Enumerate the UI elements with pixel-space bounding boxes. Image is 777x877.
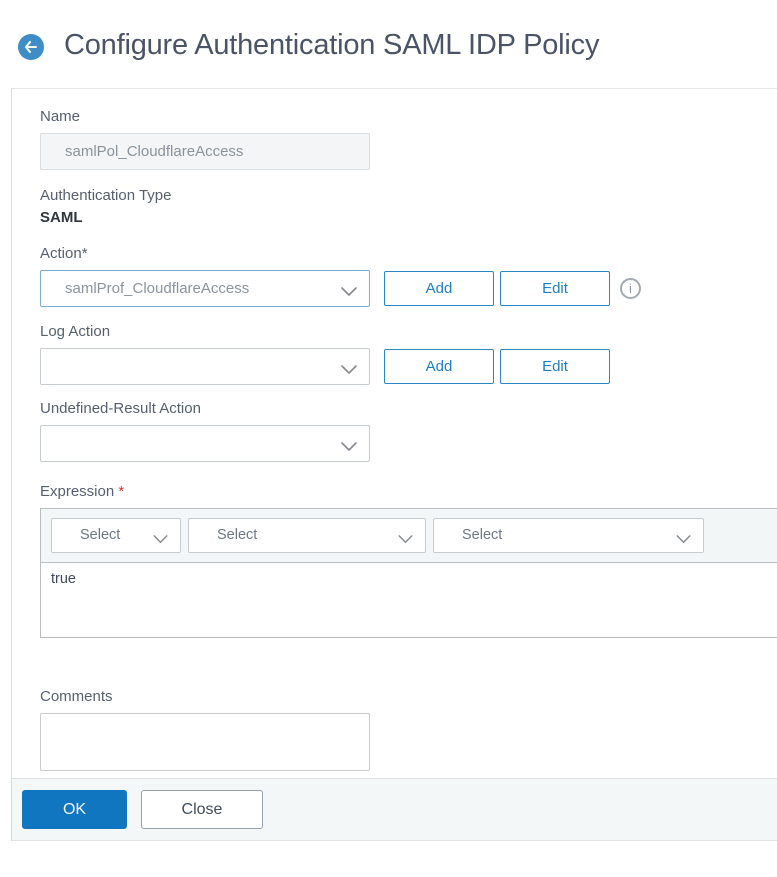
configure-saml-idp-policy-page: Configure Authentication SAML IDP Policy… [0,0,777,877]
info-icon[interactable]: i [620,278,641,299]
log-action-label: Log Action [40,323,111,340]
name-input [40,133,370,170]
action-select[interactable]: samlProf_CloudflareAccess [40,270,370,307]
ok-button[interactable]: OK [22,790,127,829]
expression-select-3[interactable]: Select [433,518,704,553]
chevron-down-icon [341,439,357,457]
comments-input[interactable] [40,713,370,771]
log-action-edit-button[interactable]: Edit [500,349,610,384]
expression-select-2[interactable]: Select [188,518,426,553]
name-label: Name [40,108,81,125]
form-panel: Name Authentication Type SAML Action* sa… [11,88,777,841]
chevron-down-icon [398,531,413,549]
undefined-result-action-label: Undefined-Result Action [40,400,201,417]
form-footer: OK Close [12,778,777,841]
action-select-value: samlProf_CloudflareAccess [65,280,250,297]
authentication-type-field: Authentication Type SAML [40,187,777,226]
expression-label: Expression * [40,483,777,500]
comments-field: Comments [40,688,777,776]
chevron-down-icon [676,531,691,549]
chevron-down-icon [341,284,357,302]
action-label: Action* [40,245,88,262]
authentication-type-label: Authentication Type [40,187,172,204]
expression-input[interactable]: true [41,563,777,637]
action-edit-button[interactable]: Edit [500,271,610,306]
expression-label-text: Expression [40,483,115,500]
log-action-add-button[interactable]: Add [384,349,494,384]
expression-editor: Select Select Select true [40,508,777,638]
undefined-result-action-field: Undefined-Result Action [40,400,777,462]
expression-select-1[interactable]: Select [51,518,181,553]
back-button[interactable] [18,34,44,60]
action-field: Action* samlProf_CloudflareAccess Add Ed… [40,245,777,307]
action-add-button[interactable]: Add [384,271,494,306]
chevron-down-icon [341,362,357,380]
log-action-field: Log Action Add Edit [40,323,777,385]
arrow-left-icon [24,41,38,53]
expression-select-2-value: Select [217,527,258,543]
undefined-result-action-select[interactable] [40,425,370,462]
authentication-type-value: SAML [40,209,83,226]
close-button[interactable]: Close [141,790,263,829]
expression-toolbar: Select Select Select [41,509,777,563]
comments-label: Comments [40,688,113,705]
page-title: Configure Authentication SAML IDP Policy [64,29,600,61]
expression-select-3-value: Select [462,527,503,543]
log-action-select[interactable] [40,348,370,385]
expression-field: Expression * Select Select Select true [40,483,777,638]
chevron-down-icon [153,531,168,549]
required-asterisk: * [118,483,125,500]
name-field: Name [40,108,777,170]
